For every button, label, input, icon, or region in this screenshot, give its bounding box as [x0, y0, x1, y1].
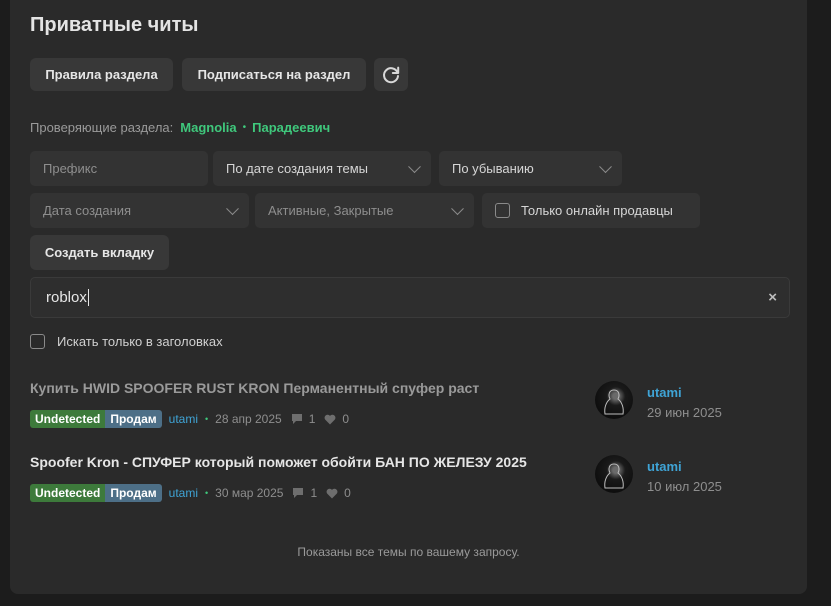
prefix-placeholder: Префикс	[43, 161, 98, 176]
likes-count: 0	[342, 412, 350, 426]
meta-separator: •	[204, 414, 209, 424]
moderators-separator: •	[242, 122, 247, 133]
create-tab-button[interactable]: Создать вкладку	[30, 235, 169, 270]
chevron-down-icon	[451, 201, 464, 215]
clear-search-icon[interactable]: ×	[768, 289, 777, 306]
online-sellers-toggle[interactable]: Только онлайн продавцы	[482, 193, 700, 228]
tag-undetected[interactable]: Undetected	[30, 484, 106, 502]
thread-state-select[interactable]: Активные, Закрытые	[255, 193, 474, 228]
replies-icon	[291, 413, 303, 425]
tag-undetected[interactable]: Undetected	[30, 410, 106, 428]
online-sellers-label: Только онлайн продавцы	[521, 203, 673, 218]
thread-row: Купить HWID SPOOFER RUST KRON Перманентн…	[30, 380, 790, 430]
sort-order-value: По убыванию	[452, 161, 534, 176]
section-moderators: Проверяющие раздела: Magnolia • Парадеев…	[30, 120, 330, 135]
last-post-date: 10 июл 2025	[647, 479, 722, 494]
sort-order-select[interactable]: По убыванию	[439, 151, 622, 186]
replies-icon	[292, 487, 304, 499]
last-post-user-link[interactable]: utami	[647, 385, 682, 400]
replies-count: 1	[310, 486, 318, 500]
online-sellers-checkbox[interactable]	[495, 203, 510, 218]
thread-date: 28 апр 2025	[215, 412, 282, 426]
likes-count: 0	[344, 486, 351, 500]
thread-meta: Undetected Продам utami • 30 мар 2025 1 …	[30, 484, 351, 502]
page-title: Приватные читы	[30, 14, 199, 36]
moderators-label: Проверяющие раздела:	[30, 120, 174, 135]
chevron-down-icon	[599, 159, 612, 173]
last-post-date: 29 июн 2025	[647, 405, 722, 420]
moderator-link[interactable]: Magnolia	[180, 120, 236, 135]
results-note: Показаны все темы по вашему запросу.	[297, 545, 520, 559]
text-caret	[87, 289, 89, 306]
chevron-down-icon	[408, 159, 421, 173]
forum-panel: Приватные читы Правила раздела Подписать…	[10, 0, 807, 594]
prefix-filter[interactable]: Префикс	[30, 151, 208, 186]
search-value: roblox	[46, 289, 87, 306]
thread-author-link[interactable]: utami	[169, 486, 198, 500]
avatar[interactable]	[595, 455, 633, 493]
meta-separator: •	[204, 488, 209, 498]
subscribe-section-button[interactable]: Подписаться на раздел	[182, 58, 366, 91]
moderator-link[interactable]: Парадеевич	[252, 120, 330, 135]
thread-row: Spoofer Kron - СПУФЕР который поможет об…	[30, 454, 790, 504]
thread-meta: Undetected Продам utami • 28 апр 2025 1 …	[30, 410, 349, 428]
last-post-user-link[interactable]: utami	[647, 459, 682, 474]
thread-author-link[interactable]: utami	[169, 412, 198, 426]
refresh-icon	[383, 66, 400, 83]
section-rules-button[interactable]: Правила раздела	[30, 58, 173, 91]
chevron-down-icon	[226, 201, 239, 215]
likes-icon	[326, 488, 338, 499]
likes-icon	[324, 414, 336, 425]
titles-only-option[interactable]: Искать только в заголовках	[30, 334, 223, 349]
thread-state-value: Активные, Закрытые	[268, 203, 394, 218]
search-input[interactable]: roblox ×	[30, 277, 790, 318]
titles-only-label: Искать только в заголовках	[57, 334, 223, 349]
avatar[interactable]	[595, 381, 633, 419]
thread-date: 30 мар 2025	[215, 486, 284, 500]
sort-by-value: По дате создания темы	[226, 161, 368, 176]
refresh-button[interactable]	[374, 58, 408, 91]
creation-date-placeholder: Дата создания	[43, 203, 132, 218]
sort-by-select[interactable]: По дате создания темы	[213, 151, 431, 186]
replies-count: 1	[308, 412, 316, 426]
tag-sell[interactable]: Продам	[105, 484, 162, 502]
creation-date-select[interactable]: Дата создания	[30, 193, 249, 228]
titles-only-checkbox[interactable]	[30, 334, 45, 349]
tag-sell[interactable]: Продам	[105, 410, 162, 428]
